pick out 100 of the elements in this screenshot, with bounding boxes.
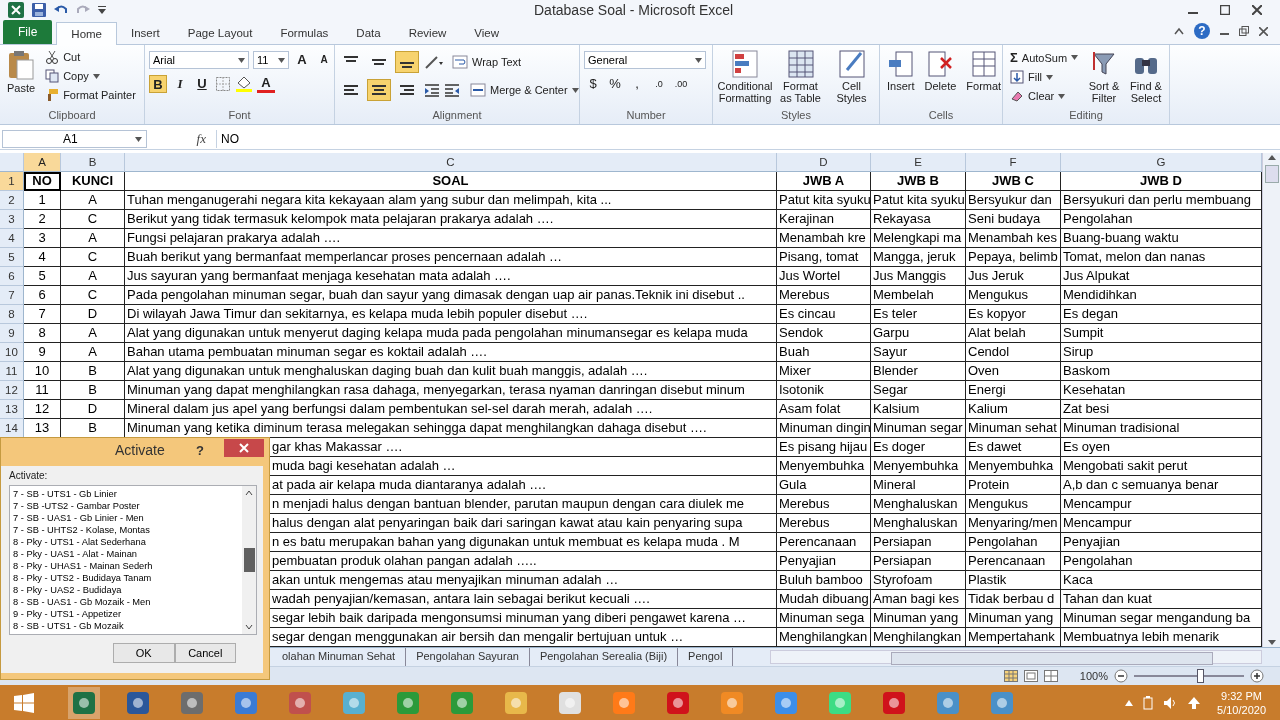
font-color-button[interactable]: A	[257, 75, 275, 94]
upload-icon[interactable]	[1187, 695, 1202, 710]
row-header[interactable]: 7	[0, 286, 24, 306]
scroll-down-icon[interactable]	[245, 624, 253, 631]
ribbon-tab[interactable]: Insert	[117, 22, 174, 45]
row-header[interactable]: 13	[0, 400, 24, 420]
column-header[interactable]: F	[966, 153, 1061, 173]
paste-button[interactable]: Paste	[4, 48, 39, 97]
cell-styles-button[interactable]: Cell Styles	[828, 48, 875, 107]
row-header[interactable]: 3	[0, 210, 24, 230]
shrink-font-button[interactable]: A	[315, 51, 333, 70]
battery-icon[interactable]	[1143, 695, 1154, 710]
speaker-icon[interactable]	[1163, 695, 1178, 710]
scrollbar-thumb[interactable]	[891, 652, 1213, 666]
merge-center-button[interactable]: Merge & Center	[467, 81, 582, 100]
conditional-formatting-button[interactable]: Conditional Formatting	[717, 48, 773, 107]
horizontal-scrollbar[interactable]	[770, 650, 1262, 665]
column-header[interactable]: B	[61, 153, 125, 173]
bold-button[interactable]: B	[149, 75, 167, 94]
help-button[interactable]: ?	[1194, 23, 1210, 40]
row-header[interactable]: 12	[0, 381, 24, 401]
row-header[interactable]: 4	[0, 229, 24, 249]
row-header[interactable]: 2	[0, 191, 24, 211]
customize-caret-icon[interactable]	[98, 6, 106, 15]
column-header[interactable]: C	[125, 153, 777, 173]
tray-caret-icon[interactable]	[1125, 699, 1134, 706]
row-header[interactable]: 9	[0, 324, 24, 344]
scroll-up-icon[interactable]	[245, 490, 253, 497]
font-size-field[interactable]: 11	[253, 51, 289, 70]
zoom-level[interactable]: 100%	[1079, 670, 1108, 683]
row-header[interactable]: 1	[0, 172, 24, 192]
close-button[interactable]	[224, 439, 264, 458]
page-break-icon[interactable]	[1043, 670, 1058, 683]
file-tab[interactable]: File	[3, 20, 53, 45]
currency-button[interactable]: $	[584, 75, 602, 94]
row-header[interactable]: 11	[0, 362, 24, 382]
help-button[interactable]: ?	[196, 442, 204, 458]
format-cells-button[interactable]: Format	[963, 48, 1005, 95]
column-header[interactable]: D	[777, 153, 871, 173]
delete-cells-button[interactable]: Delete	[921, 48, 960, 95]
ribbon-tab[interactable]: View	[460, 22, 514, 45]
ok-button[interactable]: OK	[113, 643, 175, 664]
column-header[interactable]: E	[871, 153, 966, 173]
fill-button[interactable]: Fill	[1007, 68, 1082, 87]
row-header[interactable]: 10	[0, 343, 24, 363]
scrollbar-thumb[interactable]	[1264, 165, 1279, 184]
scroll-up-icon[interactable]	[1266, 153, 1277, 162]
sheet-list[interactable]	[9, 485, 257, 636]
formula-field[interactable]: NO	[216, 130, 1278, 149]
zoom-in-icon[interactable]	[1250, 669, 1264, 684]
font-name-field[interactable]: Arial	[149, 51, 249, 70]
wrap-text-button[interactable]: Wrap Text	[449, 53, 525, 72]
row-header[interactable]: 8	[0, 305, 24, 325]
autosum-button[interactable]: Σ AutoSum	[1007, 48, 1082, 68]
vertical-scrollbar[interactable]	[1262, 153, 1280, 648]
find-select-button[interactable]: Find & Select	[1127, 48, 1165, 107]
grow-font-button[interactable]: A	[293, 51, 311, 70]
percent-button[interactable]: %	[606, 75, 624, 94]
ribbon-tab[interactable]: Home	[56, 22, 118, 46]
spreadsheet-icon[interactable]	[8, 2, 24, 19]
row-header[interactable]: 6	[0, 267, 24, 287]
app-icon[interactable]	[68, 686, 100, 719]
decrease-decimal-button[interactable]: .00	[672, 75, 690, 94]
cut-button[interactable]: Cut	[42, 48, 139, 67]
page-layout-icon[interactable]	[1023, 670, 1038, 683]
format-painter-button[interactable]: Format Painter	[42, 86, 139, 105]
increase-decimal-button[interactable]: .0	[650, 75, 668, 94]
format-as-table-button[interactable]: Format as Table	[777, 48, 824, 107]
maximize-icon[interactable]	[1220, 5, 1230, 16]
list-scrollbar[interactable]	[242, 486, 256, 635]
cancel-button[interactable]: Cancel	[174, 643, 236, 664]
horizontal-align-icon[interactable]	[367, 79, 391, 102]
column-header[interactable]: G	[1061, 153, 1262, 173]
clear-button[interactable]: Clear	[1007, 87, 1082, 106]
underline-button[interactable]: U	[193, 75, 211, 94]
column-header[interactable]: A	[24, 153, 61, 173]
zoom-out-icon[interactable]	[1114, 669, 1128, 684]
vertical-align-icon[interactable]	[395, 51, 419, 74]
insert-cells-button[interactable]: Insert	[884, 48, 918, 95]
ribbon-tab[interactable]: Review	[394, 22, 461, 45]
ribbon-tab[interactable]: Data	[342, 22, 395, 45]
sort-filter-button[interactable]: Sort & Filter	[1085, 48, 1124, 107]
collapse-ribbon-icon[interactable]	[1174, 27, 1184, 36]
close-icon[interactable]	[1252, 5, 1262, 16]
fill-color-icon[interactable]	[235, 76, 253, 93]
copy-button[interactable]: Copy	[42, 67, 139, 86]
start-icon[interactable]	[14, 692, 34, 713]
restore-icon[interactable]	[1239, 26, 1249, 37]
ribbon-tab[interactable]: Page Layout	[173, 22, 267, 45]
italic-button[interactable]: I	[171, 75, 189, 94]
row-header[interactable]: 5	[0, 248, 24, 268]
save-icon[interactable]	[32, 3, 46, 18]
close-icon[interactable]	[1259, 26, 1268, 36]
name-box[interactable]: A1	[2, 130, 147, 149]
normal-view-icon[interactable]	[1003, 670, 1018, 683]
scrollbar-thumb[interactable]	[243, 548, 255, 573]
comma-button[interactable]: ,	[628, 75, 646, 94]
insert-function-button[interactable]: fx	[151, 131, 212, 148]
number-format-field[interactable]: General	[584, 51, 706, 70]
ribbon-tab[interactable]: Formulas	[266, 22, 343, 45]
